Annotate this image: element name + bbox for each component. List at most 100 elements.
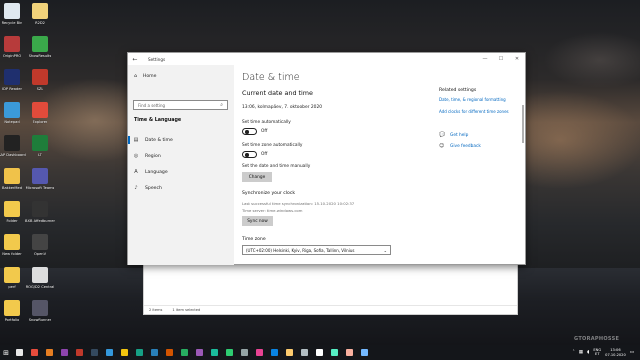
app-icon: [196, 349, 203, 356]
taskbar-app-icon[interactable]: [57, 345, 72, 360]
taskbar-app-icon[interactable]: [87, 345, 102, 360]
set-timezone-auto-toggle[interactable]: [242, 151, 257, 158]
scrollbar[interactable]: [522, 105, 524, 143]
taskbar-app-icon[interactable]: [72, 345, 87, 360]
app-icon: [346, 349, 353, 356]
app-icon: [32, 300, 48, 316]
desktop-icon[interactable]: BXB Affedburner: [23, 201, 57, 223]
set-time-auto-label: Set time automatically: [242, 120, 291, 125]
desktop-icon-label: R2D2: [35, 21, 45, 25]
desktop-icon[interactable]: SZL: [23, 69, 57, 91]
link-add-clocks[interactable]: Add clocks for different time zones: [439, 109, 509, 114]
window-title: Settings: [148, 56, 166, 62]
taskbar-app-icon[interactable]: [27, 345, 42, 360]
sidebar-item-date-time[interactable]: ▤ Date & time: [128, 134, 234, 146]
close-button[interactable]: ✕: [509, 53, 525, 65]
language-sub: ET: [595, 351, 600, 356]
app-icon: [4, 201, 20, 217]
app-icon: [4, 69, 20, 85]
notifications-icon[interactable]: ▭: [630, 350, 634, 355]
desktop-icon[interactable]: LT: [23, 135, 57, 157]
taskbar-app-icon[interactable]: [132, 345, 147, 360]
app-icon: [4, 168, 20, 184]
taskbar-app-icon[interactable]: [237, 345, 252, 360]
desktop-icon-label: SZL: [36, 87, 44, 91]
sidebar-item-speech[interactable]: ♪ Speech: [128, 182, 234, 194]
taskbar-apps: [12, 345, 372, 360]
taskbar-app-icon[interactable]: [42, 345, 57, 360]
taskbar-app-icon[interactable]: [222, 345, 237, 360]
desktop-icon[interactable]: ShowResults: [23, 36, 57, 58]
give-feedback-link[interactable]: ☺ Give feedback: [439, 143, 481, 149]
taskbar-app-icon[interactable]: [327, 345, 342, 360]
taskbar-app-icon[interactable]: [162, 345, 177, 360]
app-icon: [16, 349, 23, 356]
desktop-icon[interactable]: OpenV: [23, 234, 57, 256]
app-icon: [31, 349, 38, 356]
sync-now-button[interactable]: Sync now: [242, 216, 273, 226]
taskbar-app-icon[interactable]: [312, 345, 327, 360]
desktop-icon[interactable]: Microsoft Teams: [23, 168, 57, 190]
network-icon[interactable]: ▦: [579, 350, 583, 355]
start-button[interactable]: ⊞: [0, 345, 12, 360]
taskbar-app-icon[interactable]: [357, 345, 372, 360]
last-sync-text: Last successful time synchronization: 15…: [242, 201, 355, 206]
taskbar-clock[interactable]: 13:06 07.10.2020: [605, 348, 626, 357]
minimize-button[interactable]: —: [477, 53, 493, 65]
taskbar-app-icon[interactable]: [282, 345, 297, 360]
volume-icon[interactable]: ◖: [587, 350, 589, 355]
taskbar-app-icon[interactable]: [117, 345, 132, 360]
language-icon: A: [134, 169, 138, 175]
taskbar-app-icon[interactable]: [192, 345, 207, 360]
search-input[interactable]: Find a setting ⌕: [133, 100, 228, 110]
language-indicator[interactable]: ENG ET: [593, 348, 601, 357]
taskbar-app-icon[interactable]: [342, 345, 357, 360]
desktop-icon[interactable]: SnowRunner: [23, 300, 57, 322]
desktop-icon-label: OpenV: [33, 252, 47, 256]
desktop-icon[interactable]: ROG/D2 Central: [23, 267, 57, 289]
app-icon: [106, 349, 113, 356]
taskbar-app-icon[interactable]: [297, 345, 312, 360]
sidebar-item-language[interactable]: A Language: [128, 166, 234, 178]
window-controls: — ☐ ✕: [477, 53, 525, 65]
nav-home[interactable]: ⌂ Home: [134, 74, 157, 79]
taskbar-app-icon[interactable]: [102, 345, 117, 360]
maximize-button[interactable]: ☐: [493, 53, 509, 65]
taskbar-app-icon[interactable]: [252, 345, 267, 360]
desktop-icon[interactable]: Explorer: [23, 102, 57, 124]
desktop-icon-label: Recycle Bin: [1, 21, 23, 25]
app-icon: [181, 349, 188, 356]
get-help-label: Get help: [450, 132, 469, 138]
app-icon: [4, 36, 20, 52]
link-regional-formatting[interactable]: Date, time, & regional formatting: [439, 97, 506, 102]
back-arrow-icon[interactable]: ←: [128, 56, 142, 63]
sidebar-item-label: Language: [145, 169, 168, 175]
desktop-icon-label: LT: [38, 153, 42, 157]
app-icon: [226, 349, 233, 356]
desktop-icon-label: BakkerMed: [2, 186, 22, 190]
desktop-icon[interactable]: R2D2: [23, 3, 57, 25]
app-icon: [361, 349, 368, 356]
desktop-icon-label: IDP Reader: [2, 87, 22, 91]
chevron-up-icon[interactable]: ˄: [573, 350, 575, 355]
taskbar-app-icon[interactable]: [207, 345, 222, 360]
change-button[interactable]: Change: [242, 172, 272, 182]
desktop-icon-label: ROG/D2 Central: [25, 285, 55, 289]
related-heading: Related settings: [439, 88, 477, 93]
page-title: Date & time: [242, 72, 300, 83]
get-help-link[interactable]: 💬 Get help: [439, 132, 468, 138]
timezone-select[interactable]: (UTC+02:00) Helsinki, Kyiv, Riga, Sofia,…: [242, 245, 391, 255]
taskbar-app-icon[interactable]: [147, 345, 162, 360]
app-icon: [331, 349, 338, 356]
app-icon: [4, 102, 20, 118]
app-icon: [136, 349, 143, 356]
taskbar-app-icon[interactable]: [12, 345, 27, 360]
microphone-icon: ♪: [134, 185, 138, 191]
sidebar-item-region[interactable]: ◎ Region: [128, 150, 234, 162]
title-bar[interactable]: ← Settings — ☐ ✕: [128, 53, 525, 65]
taskbar-app-icon[interactable]: [177, 345, 192, 360]
home-icon: ⌂: [134, 74, 137, 79]
taskbar-app-icon[interactable]: [267, 345, 282, 360]
set-time-auto-toggle[interactable]: [242, 128, 257, 135]
app-icon: [211, 349, 218, 356]
